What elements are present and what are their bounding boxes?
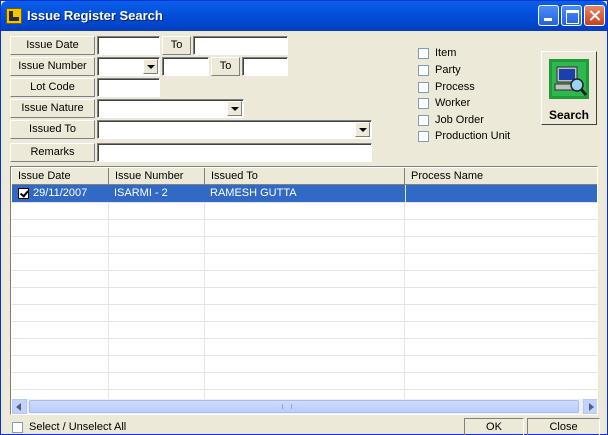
- close-button[interactable]: Close: [527, 418, 600, 435]
- checkbox-box[interactable]: [418, 98, 429, 109]
- scroll-left-icon[interactable]: [12, 399, 27, 414]
- issue-number-from-input[interactable]: [162, 57, 209, 76]
- window-title: Issue Register Search: [27, 8, 163, 23]
- grid-line: [12, 270, 597, 271]
- grid-line: [12, 389, 597, 390]
- cell-issue-number: ISARMI - 2: [114, 187, 168, 199]
- checkbox-label: Worker: [435, 97, 471, 109]
- lot-code-label: Lot Code: [10, 78, 95, 97]
- chevron-down-icon[interactable]: [355, 122, 370, 137]
- issue-date-to-label: To: [162, 36, 191, 55]
- checkbox-label: Process: [435, 81, 475, 93]
- grid-line: [12, 372, 597, 373]
- ok-button[interactable]: OK: [464, 418, 524, 435]
- cell-issue-date: 29/11/2007: [33, 187, 88, 199]
- app-icon: [6, 8, 22, 24]
- checkbox-box[interactable]: [418, 65, 429, 76]
- grid-line: [12, 253, 597, 254]
- column-header-process-name[interactable]: Process Name: [405, 168, 597, 185]
- issued-to-label: Issued To: [10, 120, 95, 139]
- chevron-down-icon[interactable]: [227, 101, 242, 116]
- issue-date-from-input[interactable]: [97, 36, 160, 55]
- grid-line: [12, 219, 597, 220]
- remarks-input[interactable]: [97, 143, 372, 162]
- column-header-issued-to[interactable]: Issued To: [205, 168, 405, 185]
- table-row[interactable]: 29/11/2007 ISARMI - 2 RAMESH GUTTA: [12, 185, 597, 202]
- issue-date-to-input[interactable]: [193, 36, 288, 55]
- checkbox-box[interactable]: [418, 115, 429, 126]
- lot-code-input[interactable]: [97, 78, 160, 97]
- checkbox-label: Production Unit: [435, 130, 511, 142]
- checkbox-label: Job Order: [435, 114, 484, 126]
- checkbox-label: Select / Unselect All: [29, 421, 127, 433]
- cell-process-name: [405, 185, 597, 202]
- issue-nature-combo[interactable]: [97, 99, 244, 118]
- results-grid[interactable]: Issue Date Issue Number Issued To Proces…: [10, 166, 598, 415]
- grid-line: [12, 321, 597, 322]
- issue-register-search-window: Issue Register Search Issue Date To Issu…: [0, 0, 608, 435]
- grid-line: [204, 185, 205, 399]
- checkbox-box[interactable]: [418, 48, 429, 59]
- checkbox-box[interactable]: [12, 422, 23, 433]
- column-header-issue-number[interactable]: Issue Number: [109, 168, 205, 185]
- checkbox-label: Party: [435, 64, 461, 76]
- column-header-issue-date[interactable]: Issue Date: [12, 168, 109, 185]
- grid-line: [12, 304, 597, 305]
- scroll-right-icon[interactable]: [583, 399, 597, 414]
- maximize-button[interactable]: [561, 5, 582, 26]
- remarks-label: Remarks: [10, 143, 95, 162]
- grid-line: [12, 355, 597, 356]
- close-window-button[interactable]: [584, 5, 605, 26]
- issue-date-label: Issue Date: [10, 36, 95, 55]
- checkbox-label: Item: [435, 47, 457, 59]
- checkbox-box[interactable]: [418, 131, 429, 142]
- issue-number-to-input[interactable]: [242, 57, 288, 76]
- issued-to-combo[interactable]: [97, 120, 372, 139]
- grid-line: [12, 236, 597, 237]
- grid-line: [12, 338, 597, 339]
- issue-number-label: Issue Number: [10, 57, 95, 76]
- issue-nature-label: Issue Nature: [10, 99, 95, 118]
- grid-line: [12, 202, 597, 203]
- issue-number-prefix-combo[interactable]: [97, 57, 160, 76]
- checkbox-box[interactable]: [418, 82, 429, 93]
- scrollbar-thumb[interactable]: [29, 400, 579, 413]
- horizontal-scrollbar[interactable]: [12, 399, 597, 414]
- issue-number-to-label: To: [211, 57, 240, 76]
- search-button-label: Search: [548, 108, 590, 122]
- search-button[interactable]: Search: [541, 51, 597, 125]
- cell-issued-to: RAMESH GUTTA: [210, 187, 297, 199]
- grid-line: [404, 185, 405, 399]
- computer-search-icon: [549, 59, 589, 99]
- grid-line: [12, 287, 597, 288]
- grid-line: [108, 185, 109, 399]
- title-bar[interactable]: Issue Register Search: [1, 1, 607, 31]
- minimize-button[interactable]: [538, 5, 559, 26]
- chevron-down-icon[interactable]: [143, 59, 158, 74]
